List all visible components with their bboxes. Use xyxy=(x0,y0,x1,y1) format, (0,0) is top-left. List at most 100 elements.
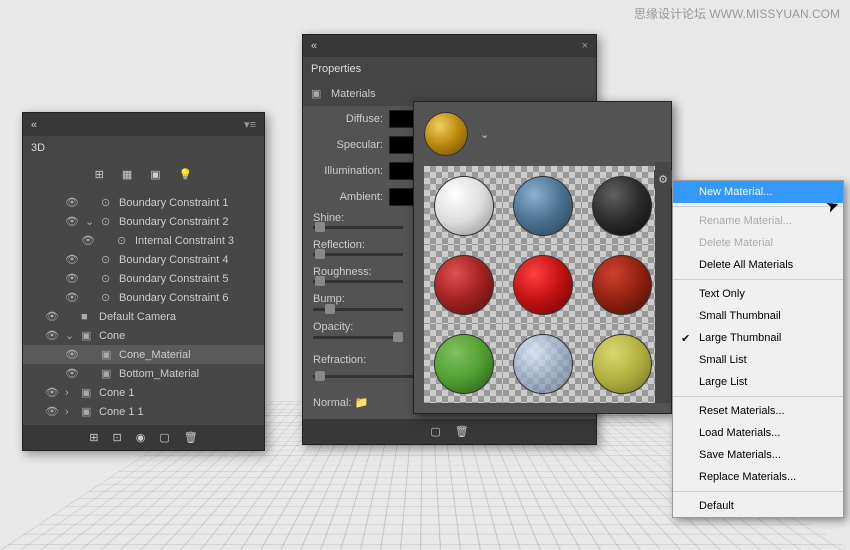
panel-3d-header[interactable]: « ▾≡ xyxy=(23,113,264,136)
opacity-slider[interactable] xyxy=(313,336,403,339)
filter-mesh-icon[interactable]: ▦ xyxy=(122,168,132,181)
collapse-icon[interactable]: « xyxy=(31,119,37,131)
menu-replace-materials[interactable]: Replace Materials... xyxy=(673,466,843,488)
menu-text-only[interactable]: Text Only xyxy=(673,283,843,305)
bump-slider[interactable] xyxy=(313,308,403,311)
material-swatch-blue[interactable] xyxy=(503,166,582,245)
roughness-slider[interactable] xyxy=(313,280,403,283)
twist-icon[interactable]: › xyxy=(65,387,77,399)
tree-item[interactable]: 👁⊙Boundary Constraint 1 xyxy=(23,193,264,212)
tree-item[interactable]: 👁⊙Boundary Constraint 5 xyxy=(23,269,264,288)
material-swatch-white[interactable] xyxy=(424,166,503,245)
render-icon[interactable]: ▢ xyxy=(430,425,440,438)
visibility-icon[interactable]: 👁 xyxy=(63,253,81,266)
tree-item-cone[interactable]: 👁⌄▣Cone xyxy=(23,326,264,345)
dropdown-icon[interactable]: ⌄ xyxy=(480,128,489,141)
filter-material-icon[interactable]: ▣ xyxy=(150,168,160,181)
tree-item[interactable]: 👁›▣Cone 1 1 xyxy=(23,402,264,421)
material-swatch-dark[interactable] xyxy=(582,166,661,245)
menu-default[interactable]: Default xyxy=(673,495,843,517)
gear-icon[interactable]: ⚙ xyxy=(654,170,672,188)
menu-separator xyxy=(673,396,843,397)
watermark: 思缘设计论坛 WWW.MISSYUAN.COM xyxy=(634,5,840,22)
tree-item[interactable]: 👁⊙Internal Constraint 3 xyxy=(23,231,264,250)
menu-large-thumbnail[interactable]: ✔Large Thumbnail xyxy=(673,327,843,349)
panel-props-titlebar: Properties xyxy=(303,57,596,81)
material-swatch-red1[interactable] xyxy=(424,245,503,324)
twist-icon[interactable]: › xyxy=(65,406,77,418)
material-picker: ⌄ xyxy=(413,101,672,414)
visibility-icon[interactable]: 👁 xyxy=(63,215,81,228)
menu-delete-all[interactable]: Delete All Materials xyxy=(673,254,843,276)
panel-3d-title: 3D xyxy=(31,142,45,154)
toolbar-3d: ⊞ ▦ ▣ 💡 xyxy=(23,160,264,189)
tree-item-cone-material[interactable]: 👁▣Cone_Material xyxy=(23,345,264,364)
menu-separator xyxy=(673,279,843,280)
visibility-icon[interactable]: 👁 xyxy=(63,272,81,285)
panel-menu-icon[interactable]: ▾≡ xyxy=(244,118,256,131)
reflection-slider[interactable] xyxy=(313,253,403,256)
render-icon[interactable]: ▢ xyxy=(159,431,169,444)
material-swatch-red2[interactable] xyxy=(503,245,582,324)
menu-separator xyxy=(673,491,843,492)
illumination-swatch[interactable] xyxy=(389,162,415,180)
tree-item[interactable]: 👁⊙Boundary Constraint 4 xyxy=(23,250,264,269)
visibility-icon[interactable]: 👁 xyxy=(43,329,61,342)
tree-item-bottom-material[interactable]: 👁▣Bottom_Material xyxy=(23,364,264,383)
folder-icon[interactable]: 📁 xyxy=(355,397,369,409)
preview-sphere-gold[interactable] xyxy=(424,112,468,156)
tree-item[interactable]: 👁›▣Cone 1 xyxy=(23,383,264,402)
camera-icon: ■ xyxy=(81,311,95,323)
panel-3d-title-row: 3D xyxy=(23,136,264,160)
menu-load-materials[interactable]: Load Materials... xyxy=(673,422,843,444)
menu-save-materials[interactable]: Save Materials... xyxy=(673,444,843,466)
filter-light-icon[interactable]: 💡 xyxy=(179,168,193,181)
menu-new-material[interactable]: New Material... xyxy=(673,181,843,203)
visibility-icon[interactable]: 👁 xyxy=(63,348,81,361)
visibility-icon[interactable]: 👁 xyxy=(43,405,61,418)
visibility-icon[interactable]: 👁 xyxy=(43,310,61,323)
trash-icon[interactable]: 🗑 xyxy=(455,425,469,438)
menu-delete-material: Delete Material xyxy=(673,232,843,254)
material-swatch-yellow[interactable] xyxy=(582,324,661,403)
menu-rename-material: Rename Material... xyxy=(673,210,843,232)
picker-scrollbar[interactable] xyxy=(655,162,671,403)
scene-tree: 👁⊙Boundary Constraint 1 👁⌄⊙Boundary Cons… xyxy=(23,189,264,425)
material-swatch-red3[interactable] xyxy=(582,245,661,324)
twist-icon[interactable]: ⌄ xyxy=(85,215,97,228)
collapse-icon[interactable]: « xyxy=(311,40,317,52)
menu-large-list[interactable]: Large List xyxy=(673,371,843,393)
visibility-icon[interactable]: 👁 xyxy=(43,386,61,399)
menu-small-list[interactable]: Small List xyxy=(673,349,843,371)
trash-icon[interactable]: 🗑 xyxy=(184,431,198,444)
specular-swatch[interactable] xyxy=(389,136,415,154)
tree-item-camera[interactable]: 👁■Default Camera xyxy=(23,307,264,326)
light-icon[interactable]: ◉ xyxy=(136,431,146,444)
material-swatch-glass[interactable] xyxy=(503,324,582,403)
material-swatch-green[interactable] xyxy=(424,324,503,403)
panel-props-title: Properties xyxy=(311,63,361,75)
materials-label: Materials xyxy=(331,88,376,100)
menu-reset-materials[interactable]: Reset Materials... xyxy=(673,400,843,422)
menu-small-thumbnail[interactable]: Small Thumbnail xyxy=(673,305,843,327)
twist-icon[interactable]: ⌄ xyxy=(65,329,77,342)
close-icon[interactable]: × xyxy=(582,40,588,52)
visibility-icon[interactable]: 👁 xyxy=(63,196,81,209)
visibility-icon[interactable]: 👁 xyxy=(63,291,81,304)
visibility-icon[interactable]: 👁 xyxy=(63,367,81,380)
ambient-swatch[interactable] xyxy=(389,188,415,206)
tree-item[interactable]: 👁⌄⊙Boundary Constraint 2 xyxy=(23,212,264,231)
filter-scene-icon[interactable]: ⊞ xyxy=(95,168,104,181)
material-icon: ▣ xyxy=(311,87,325,100)
shine-slider[interactable] xyxy=(313,226,403,229)
tree-item[interactable]: 👁⊙Boundary Constraint 6 xyxy=(23,288,264,307)
panel-props-footer: ▢ 🗑 xyxy=(303,419,596,444)
visibility-icon[interactable]: 👁 xyxy=(79,234,97,247)
new-layer-icon[interactable]: ⊞ xyxy=(89,431,98,444)
panel-props-header[interactable]: « × xyxy=(303,35,596,57)
check-icon: ✔ xyxy=(681,332,690,345)
diffuse-swatch[interactable] xyxy=(389,110,415,128)
panel-3d-footer: ⊞ ⊡ ◉ ▢ 🗑 xyxy=(23,425,264,450)
new-folder-icon[interactable]: ⊡ xyxy=(113,431,122,444)
context-menu: New Material... Rename Material... Delet… xyxy=(672,180,844,518)
